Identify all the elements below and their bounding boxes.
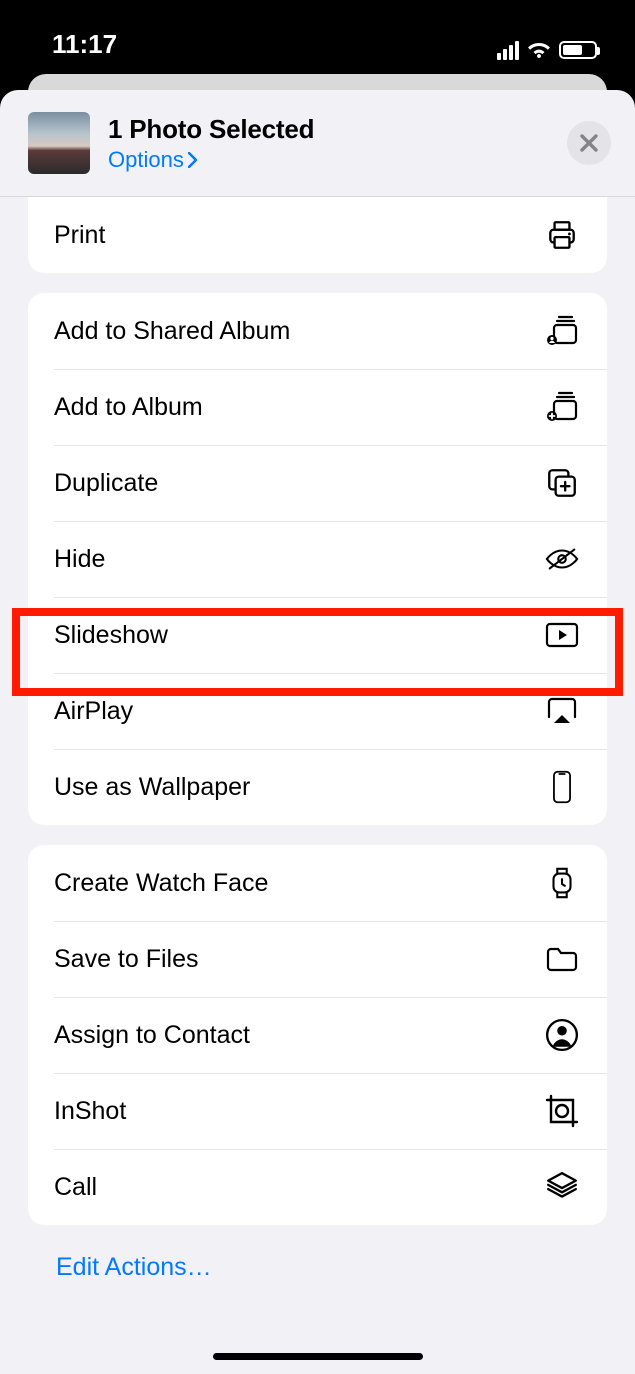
- edit-actions-link[interactable]: Edit Actions…: [28, 1225, 607, 1310]
- album-icon: [543, 388, 581, 426]
- row-label: Print: [54, 221, 105, 250]
- layers-icon: [543, 1168, 581, 1206]
- row-add-album[interactable]: Add to Album: [28, 369, 607, 445]
- close-button[interactable]: [567, 121, 611, 165]
- row-airplay[interactable]: AirPlay: [28, 673, 607, 749]
- row-label: AirPlay: [54, 697, 133, 726]
- row-add-shared-album[interactable]: Add to Shared Album: [28, 293, 607, 369]
- battery-icon: [559, 41, 597, 59]
- action-group: Print: [28, 197, 607, 273]
- row-label: Duplicate: [54, 469, 158, 498]
- options-label: Options: [108, 147, 184, 173]
- inshot-icon: [543, 1092, 581, 1130]
- row-watch-face[interactable]: Create Watch Face: [28, 845, 607, 921]
- cellular-icon: [497, 41, 519, 60]
- status-time: 11:17: [52, 29, 117, 60]
- sheet-title: 1 Photo Selected: [108, 114, 549, 145]
- hide-icon: [543, 540, 581, 578]
- options-link[interactable]: Options: [108, 147, 198, 173]
- wifi-icon: [527, 40, 551, 60]
- row-label: Save to Files: [54, 945, 199, 974]
- row-label: Call: [54, 1173, 97, 1202]
- home-indicator[interactable]: [213, 1353, 423, 1360]
- row-label: Add to Album: [54, 393, 203, 422]
- status-right: [497, 40, 597, 60]
- row-assign-contact[interactable]: Assign to Contact: [28, 997, 607, 1073]
- row-inshot[interactable]: InShot: [28, 1073, 607, 1149]
- airplay-icon: [543, 692, 581, 730]
- row-label: Assign to Contact: [54, 1021, 250, 1050]
- contact-icon: [543, 1016, 581, 1054]
- row-label: InShot: [54, 1097, 126, 1126]
- shared-album-icon: [543, 312, 581, 350]
- duplicate-icon: [543, 464, 581, 502]
- row-call[interactable]: Call: [28, 1149, 607, 1225]
- action-list: Print Add to Shared Album Add to Album: [0, 197, 635, 1310]
- status-bar: 11:17: [0, 0, 635, 74]
- print-icon: [543, 216, 581, 254]
- share-sheet: 1 Photo Selected Options Print Add to Sh…: [0, 90, 635, 1374]
- photo-thumbnail[interactable]: [28, 112, 90, 174]
- row-label: Create Watch Face: [54, 869, 268, 898]
- chevron-right-icon: [188, 152, 198, 168]
- folder-icon: [543, 940, 581, 978]
- close-icon: [580, 134, 598, 152]
- row-hide[interactable]: Hide: [28, 521, 607, 597]
- row-print[interactable]: Print: [28, 197, 607, 273]
- slideshow-icon: [543, 616, 581, 654]
- row-wallpaper[interactable]: Use as Wallpaper: [28, 749, 607, 825]
- wallpaper-icon: [543, 768, 581, 806]
- sheet-header: 1 Photo Selected Options: [0, 90, 635, 197]
- row-label: Add to Shared Album: [54, 317, 290, 346]
- row-label: Hide: [54, 545, 105, 574]
- row-duplicate[interactable]: Duplicate: [28, 445, 607, 521]
- action-group: Add to Shared Album Add to Album Duplica…: [28, 293, 607, 825]
- sheet-title-block: 1 Photo Selected Options: [108, 114, 549, 173]
- row-slideshow[interactable]: Slideshow: [28, 597, 607, 673]
- action-group: Create Watch Face Save to Files Assign t…: [28, 845, 607, 1225]
- row-label: Slideshow: [54, 621, 168, 650]
- row-save-files[interactable]: Save to Files: [28, 921, 607, 997]
- row-label: Use as Wallpaper: [54, 773, 250, 802]
- watch-icon: [543, 864, 581, 902]
